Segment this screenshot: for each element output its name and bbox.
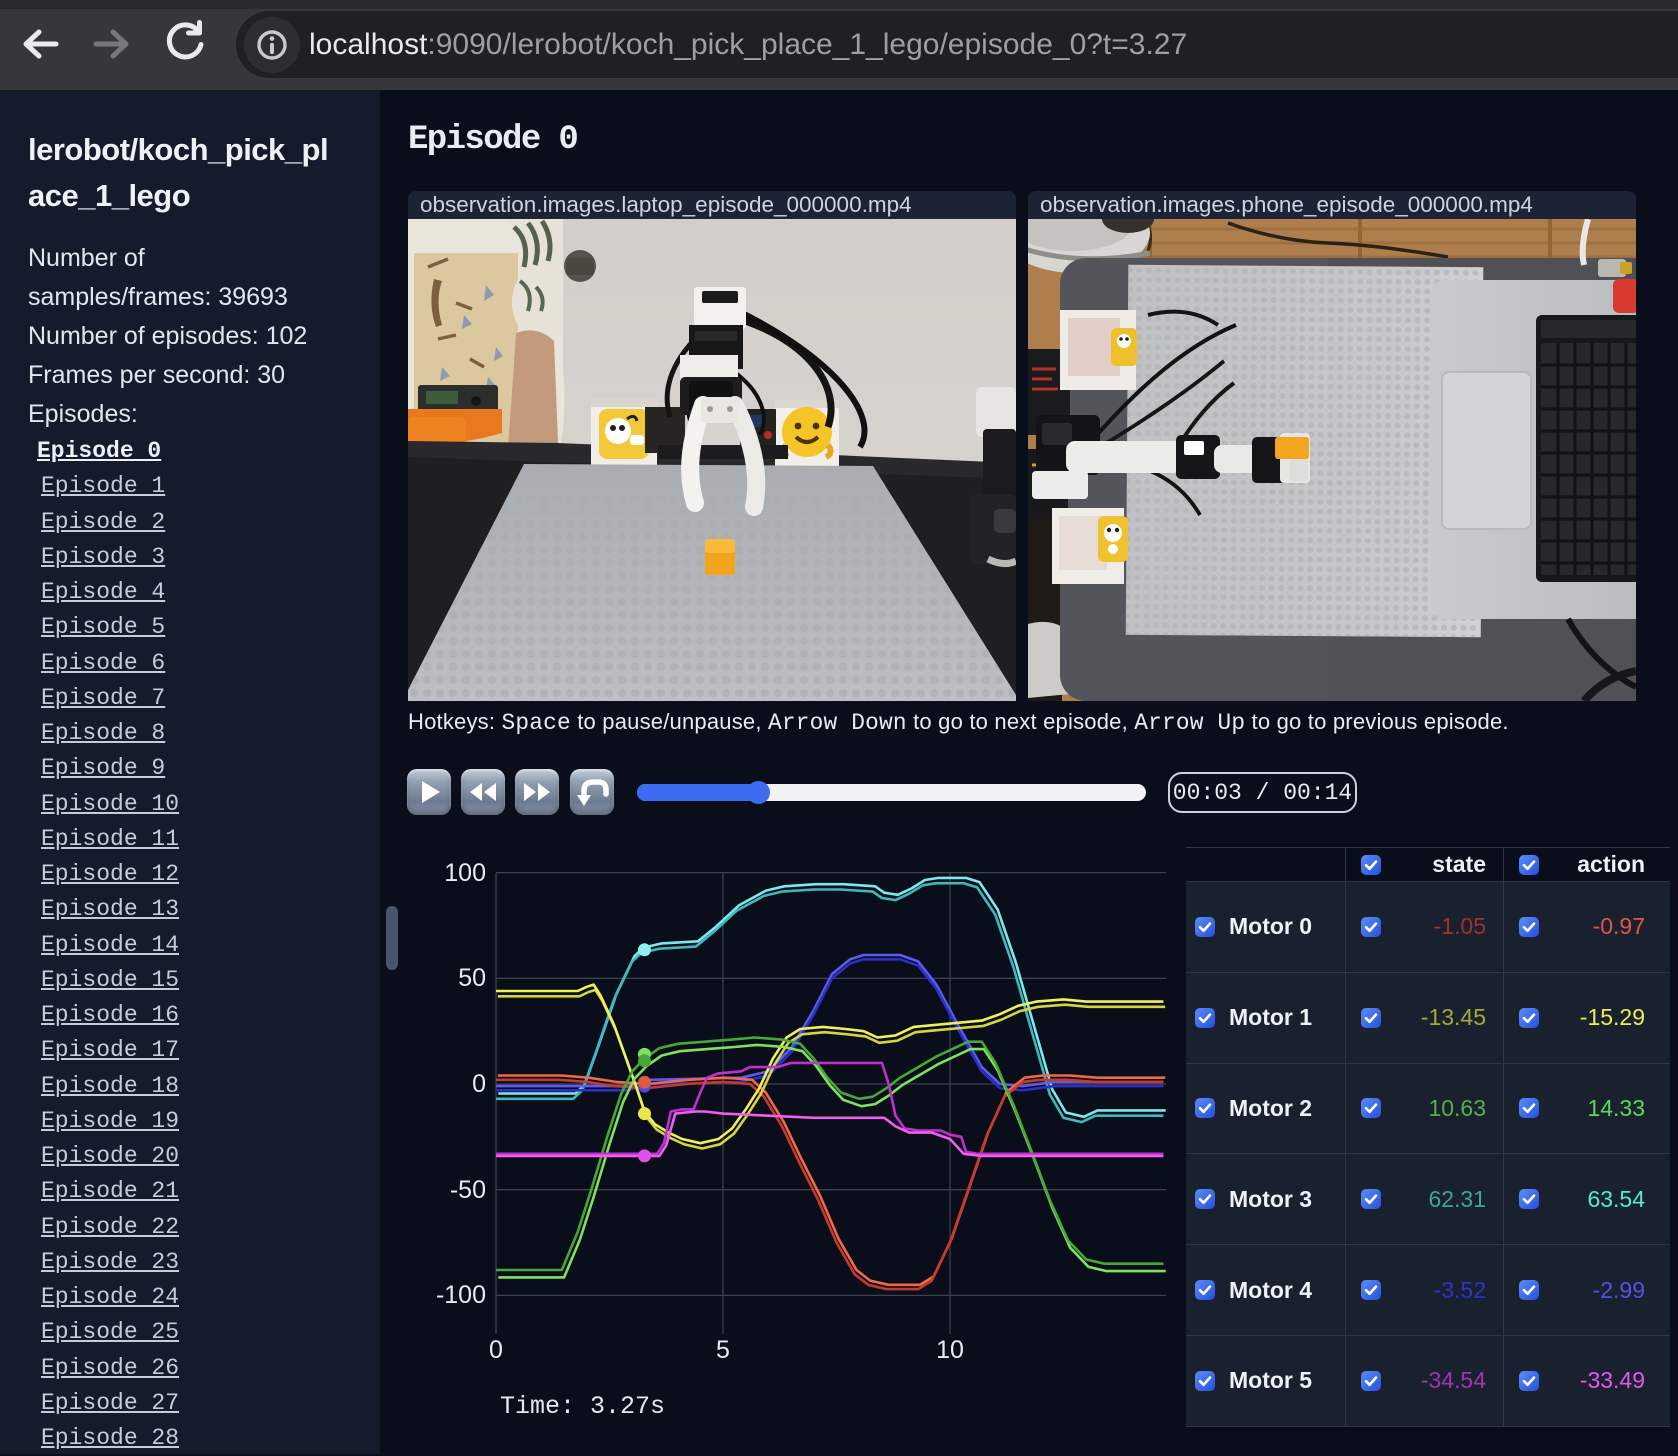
svg-text:Time: 3.27s: Time: 3.27s — [500, 1392, 665, 1421]
svg-text:-50: -50 — [450, 1176, 486, 1204]
svg-text:0: 0 — [489, 1336, 503, 1364]
svg-text:5: 5 — [716, 1336, 730, 1364]
svg-text:-100: -100 — [436, 1281, 486, 1309]
svg-text:0: 0 — [472, 1070, 486, 1098]
svg-text:100: 100 — [444, 859, 486, 887]
svg-text:10: 10 — [936, 1336, 964, 1364]
svg-text:50: 50 — [458, 964, 486, 992]
